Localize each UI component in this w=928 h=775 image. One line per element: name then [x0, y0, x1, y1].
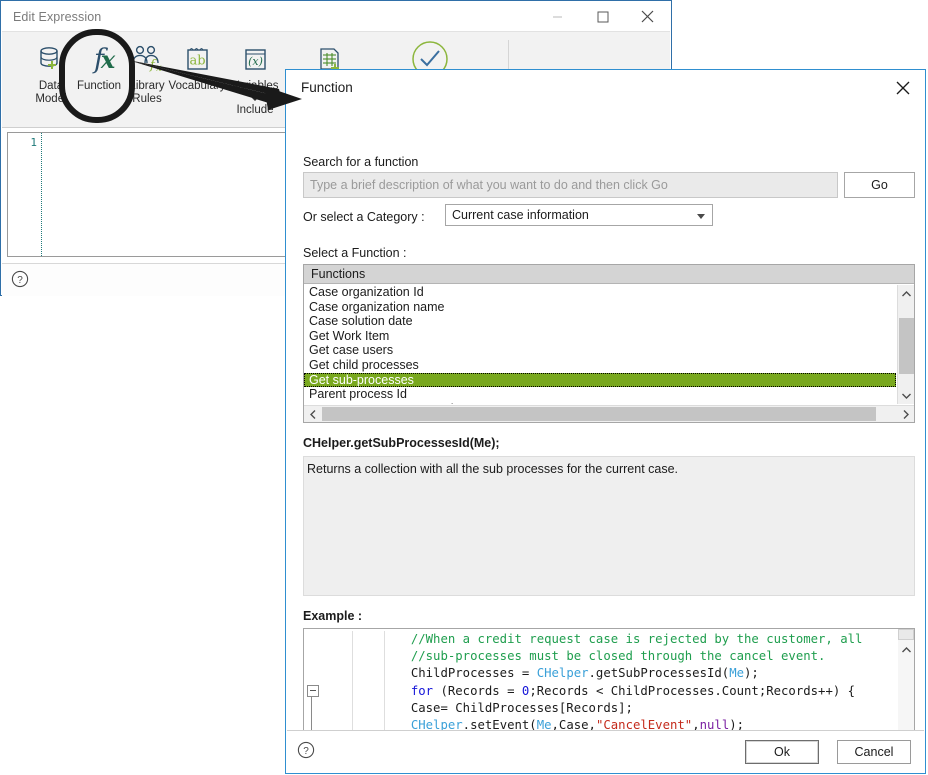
variables-x-icon: (x): [224, 38, 286, 80]
function-list-item[interactable]: Get case users: [304, 343, 896, 358]
function-listbox[interactable]: Functions Case organization Id Case organ…: [303, 264, 915, 423]
svg-text:ab: ab: [189, 54, 205, 69]
code-token: (Records =: [433, 683, 522, 698]
toolbar-label-line1: Variables: [231, 80, 279, 92]
function-list-item[interactable]: Parent process case number: [304, 402, 896, 404]
category-label: Or select a Category :: [303, 210, 425, 224]
code-line: //sub-processes must be closed through t…: [322, 648, 897, 665]
chevron-right-icon[interactable]: [897, 406, 914, 422]
collapse-icon[interactable]: [307, 685, 319, 697]
select-function-label: Select a Function :: [303, 246, 407, 260]
minimize-icon[interactable]: [535, 2, 580, 31]
function-dialog-body: Search for a function Go Or select a Cat…: [287, 104, 924, 760]
search-label: Search for a function: [303, 155, 419, 169]
function-list-item[interactable]: Parent process Id: [304, 387, 896, 402]
help-circle-icon[interactable]: ?: [297, 741, 315, 759]
scrollbar-thumb[interactable]: [322, 407, 876, 421]
function-dialog-footer: ? Ok Cancel: [287, 730, 924, 772]
search-input[interactable]: [303, 172, 838, 198]
code-line: for (Records = 0;Records < ChildProcesse…: [322, 683, 897, 700]
function-list[interactable]: Case organization Id Case organization na…: [304, 285, 896, 404]
help-circle-icon[interactable]: ?: [11, 270, 29, 288]
function-dialog: Function Search for a function Go Or sel…: [285, 69, 926, 774]
function-list-vertical-scrollbar[interactable]: [897, 285, 914, 404]
svg-text:x: x: [156, 63, 162, 74]
code-vertical-scrollbar[interactable]: [898, 629, 914, 742]
svg-text:(x): (x): [248, 55, 263, 68]
category-selected-value: Current case information: [452, 208, 589, 222]
code-token: Case= ChildProcesses[Records];: [322, 700, 633, 715]
function-description: Returns a collection with all the sub pr…: [307, 462, 679, 476]
code-line: Case= ChildProcesses[Records];: [322, 700, 897, 717]
toolbar-item-variables[interactable]: (x) Variables Include: [224, 38, 286, 117]
function-list-item[interactable]: Get Work Item: [304, 329, 896, 344]
code-token: ;Records < ChildProcesses.Count;Records+…: [529, 683, 856, 698]
category-select[interactable]: Current case information: [445, 204, 713, 226]
chevron-down-icon[interactable]: [224, 93, 286, 104]
function-description-box: Returns a collection with all the sub pr…: [303, 456, 915, 596]
chevron-up-icon[interactable]: [898, 285, 915, 302]
scroll-corner: [898, 629, 914, 640]
function-list-item[interactable]: Case solution date: [304, 314, 896, 329]
close-icon[interactable]: [625, 2, 670, 31]
maximize-icon[interactable]: [580, 2, 625, 31]
code-token: Me: [729, 666, 745, 681]
code-token: );: [744, 666, 759, 681]
code-fold-margin: [304, 629, 323, 742]
chevron-down-icon: [697, 214, 705, 219]
svg-text:?: ?: [303, 746, 309, 757]
code-token: .getSubProcessesId(: [588, 666, 730, 681]
function-dialog-title: Function: [301, 80, 353, 95]
function-dialog-titlebar: Function: [287, 71, 924, 105]
code-line: ChildProcesses = CHelper.getSubProcesses…: [322, 665, 897, 682]
function-list-item[interactable]: Get child processes: [304, 358, 896, 373]
toolbar-label-line1: Vocabulary: [168, 80, 226, 92]
ok-button[interactable]: Ok: [745, 740, 819, 764]
cancel-button[interactable]: Cancel: [837, 740, 911, 764]
chevron-left-icon[interactable]: [304, 406, 321, 422]
function-list-item[interactable]: Case organization Id: [304, 285, 896, 300]
editor-gutter: 1: [8, 133, 42, 256]
window-controls: [535, 2, 670, 31]
toolbar-label-line2: Model: [35, 93, 67, 105]
code-token: ChildProcesses =: [322, 666, 537, 681]
chevron-down-icon[interactable]: [898, 387, 915, 404]
ab-vocabulary-icon: ab: [166, 38, 228, 80]
function-list-header: Functions: [304, 265, 914, 284]
function-list-horizontal-scrollbar[interactable]: [304, 405, 914, 422]
edit-expression-titlebar: Edit Expression: [2, 2, 670, 31]
code-token: //sub-processes must be closed through t…: [410, 649, 826, 664]
function-signature: CHelper.getSubProcessesId(Me);: [303, 436, 500, 450]
scrollbar-thumb[interactable]: [899, 318, 914, 374]
close-icon[interactable]: [882, 72, 924, 104]
code-token: for: [410, 683, 434, 698]
svg-text:?: ?: [17, 275, 23, 286]
toolbar-label-include: Include: [236, 104, 274, 116]
go-button[interactable]: Go: [844, 172, 915, 198]
function-list-item[interactable]: Get sub-processes: [304, 372, 896, 388]
chevron-up-icon[interactable]: [898, 643, 914, 657]
example-code[interactable]: //When a credit request case is rejected…: [322, 631, 897, 742]
code-token: //When a credit request case is rejected…: [410, 632, 863, 646]
function-list-item[interactable]: Case organization name: [304, 300, 896, 315]
toolbar-item-vocabulary[interactable]: ab Vocabulary: [166, 38, 228, 93]
edit-expression-title: Edit Expression: [13, 9, 102, 24]
svg-text:x: x: [100, 45, 116, 74]
code-token: CHelper: [536, 666, 589, 681]
toolbar-label-line2: Rules: [132, 93, 162, 105]
code-line: //When a credit request case is rejected…: [322, 631, 897, 648]
example-label: Example :: [303, 609, 363, 623]
